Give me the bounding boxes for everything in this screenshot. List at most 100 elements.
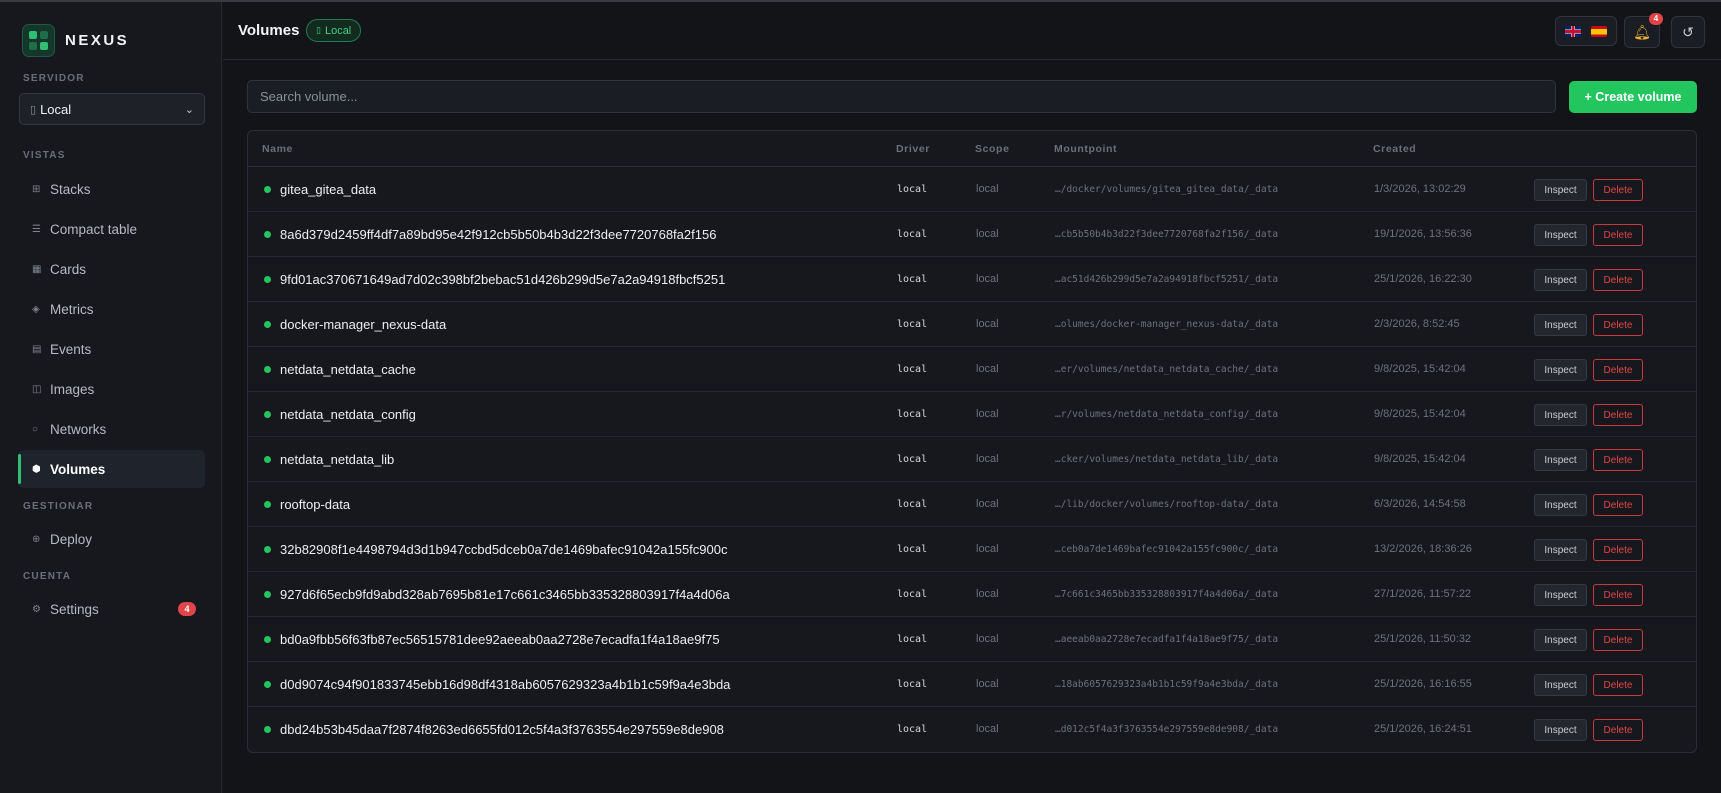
volume-name[interactable]: 927d6f65ecb9fd9abd328ab7695b81e17c661c34… [280,587,730,602]
language-switcher [1555,16,1617,46]
volume-scope: local [976,678,999,690]
delete-button[interactable]: Delete [1593,719,1643,741]
volume-name[interactable]: dbd24b53b45daa7f2874f8263ed6655fd012c5f4… [280,722,724,737]
notifications-button[interactable]: 🔔︎ 4 [1624,13,1663,48]
status-dot [264,366,271,373]
status-dot [264,636,271,643]
sidebar: NEXUS SERVIDOR ▯ Local ⌄ VISTAS ⊞ Stacks… [0,2,222,793]
table-row[interactable]: d0d9074c94f901833745ebb16d98df4318ab6057… [248,662,1696,707]
create-volume-button[interactable]: + Create volume [1569,81,1697,113]
table-row[interactable]: dbd24b53b45daa7f2874f8263ed6655fd012c5f4… [248,707,1696,752]
sidebar-item-settings[interactable]: ⚙ Settings 4 [18,590,205,628]
delete-button[interactable]: Delete [1593,359,1643,381]
volume-name[interactable]: netdata_netdata_cache [280,362,416,377]
cards-icon: ▦ [32,263,42,275]
volume-name[interactable]: docker-manager_nexus-data [280,317,446,332]
inspect-button[interactable]: Inspect [1534,314,1587,336]
volume-name[interactable]: netdata_netdata_lib [280,452,394,467]
flag-uk-icon[interactable] [1565,25,1581,37]
column-header-driver[interactable]: Driver [896,143,930,155]
inspect-button[interactable]: Inspect [1534,674,1587,696]
table-row[interactable]: netdata_netdata_lib local local …cker/volum… [248,437,1696,482]
volume-name[interactable]: rooftop-data [280,497,350,512]
server-select[interactable]: ▯ Local ⌄ [19,93,205,125]
table-row[interactable]: netdata_netdata_cache local local …er/volum… [248,347,1696,392]
delete-button[interactable]: Delete [1593,449,1643,471]
column-header-created[interactable]: Created [1373,143,1416,155]
status-dot [264,591,271,598]
server-select-value: Local [40,101,72,117]
column-header-name[interactable]: Name [262,143,293,155]
brand[interactable]: NEXUS [22,24,129,57]
table-row[interactable]: gitea_gitea_data local local …/docker/volum… [248,167,1696,212]
column-header-mountpoint[interactable]: Mountpoint [1054,143,1117,155]
volume-created: 27/1/2026, 11:57:22 [1374,588,1472,600]
status-dot [264,276,271,283]
search-input[interactable] [247,80,1556,113]
inspect-button[interactable]: Inspect [1534,224,1587,246]
delete-button[interactable]: Delete [1593,629,1643,651]
delete-button[interactable]: Delete [1593,314,1643,336]
sidebar-item-deploy[interactable]: ⊕ Deploy [18,520,205,558]
inspect-button[interactable]: Inspect [1534,539,1587,561]
volume-created: 1/3/2026, 13:02:29 [1374,183,1466,195]
inspect-button[interactable]: Inspect [1534,449,1587,471]
sidebar-item-label: Volumes [50,461,106,477]
inspect-button[interactable]: Inspect [1534,494,1587,516]
sidebar-item-networks[interactable]: ○ Networks [18,410,205,448]
volume-created: 25/1/2026, 16:22:30 [1374,273,1472,285]
delete-button[interactable]: Delete [1593,224,1643,246]
volumes-table: Name Driver Scope Mountpoint Created git… [247,130,1697,753]
volume-driver: local [897,274,928,285]
sidebar-item-images[interactable]: ◫ Images [18,370,205,408]
sidebar-item-events[interactable]: ▤ Events [18,330,205,368]
volume-driver: local [897,319,928,330]
table-row[interactable]: netdata_netdata_config local local …r/volum… [248,392,1696,437]
delete-button[interactable]: Delete [1593,494,1643,516]
sidebar-item-metrics[interactable]: ◈ Metrics [18,290,205,328]
nexus-logo-icon [22,24,55,57]
volume-name[interactable]: netdata_netdata_config [280,407,416,422]
inspect-button[interactable]: Inspect [1534,629,1587,651]
column-header-scope[interactable]: Scope [975,143,1010,155]
table-row[interactable]: 927d6f65ecb9fd9abd328ab7695b81e17c661c34… [248,572,1696,617]
table-row[interactable]: bd0a9fbb56f63fb87ec56515781dee92aeeab0aa… [248,617,1696,662]
inspect-button[interactable]: Inspect [1534,719,1587,741]
inspect-button[interactable]: Inspect [1534,179,1587,201]
volume-name[interactable]: 8a6d379d2459ff4df7a89bd95e42f912cb5b50b4… [280,227,716,242]
delete-button[interactable]: Delete [1593,179,1643,201]
delete-button[interactable]: Delete [1593,269,1643,291]
volume-mountpoint: …18ab6057629323a4b1b1c59f9a4e3bda/_data [1055,679,1279,690]
sidebar-item-label: Settings [50,601,99,617]
inspect-button[interactable]: Inspect [1534,359,1587,381]
sidebar-item-label: Images [50,381,95,397]
volume-name[interactable]: d0d9074c94f901833745ebb16d98df4318ab6057… [280,677,730,692]
sidebar-item-label: Cards [50,261,87,277]
inspect-button[interactable]: Inspect [1534,269,1587,291]
flag-es-icon[interactable] [1591,25,1607,37]
inspect-button[interactable]: Inspect [1534,404,1587,426]
volume-mountpoint: …aeeab0aa2728e7ecadfa1f4a18ae9f75/_data [1055,634,1279,645]
table-row[interactable]: 32b82908f1e4498794d3d1b947ccbd5dceb0a7de… [248,527,1696,572]
table-row[interactable]: 8a6d379d2459ff4df7a89bd95e42f912cb5b50b4… [248,212,1696,257]
sidebar-item-stacks[interactable]: ⊞ Stacks [18,170,205,208]
table-row[interactable]: 9fd01ac370671649ad7d02c398bf2bebac51d426… [248,257,1696,302]
sidebar-item-label: Deploy [50,531,93,547]
table-row[interactable]: docker-manager_nexus-data local local …olum… [248,302,1696,347]
delete-button[interactable]: Delete [1593,584,1643,606]
volume-name[interactable]: bd0a9fbb56f63fb87ec56515781dee92aeeab0aa… [280,632,720,647]
sidebar-item-compact-table[interactable]: ☰ Compact table [18,210,205,248]
volume-name[interactable]: 9fd01ac370671649ad7d02c398bf2bebac51d426… [280,272,725,287]
volume-name[interactable]: 32b82908f1e4498794d3d1b947ccbd5dceb0a7de… [280,542,727,557]
refresh-icon: ↺ [1682,23,1694,40]
delete-button[interactable]: Delete [1593,674,1643,696]
delete-button[interactable]: Delete [1593,404,1643,426]
volume-name[interactable]: gitea_gitea_data [280,182,376,197]
refresh-button[interactable]: ↺ [1671,16,1705,48]
delete-button[interactable]: Delete [1593,539,1643,561]
volume-driver: local [897,499,928,510]
table-row[interactable]: rooftop-data local local …/lib/docker/volum… [248,482,1696,527]
sidebar-item-cards[interactable]: ▦ Cards [18,250,205,288]
inspect-button[interactable]: Inspect [1534,584,1587,606]
sidebar-item-volumes[interactable]: ⬢ Volumes [18,450,205,488]
